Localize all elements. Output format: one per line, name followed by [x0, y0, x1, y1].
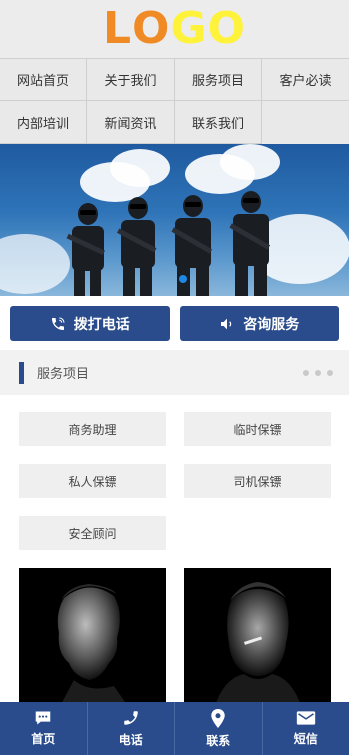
bottom-nav-sms[interactable]: 短信: [263, 702, 349, 755]
bottom-nav-home-label: 首页: [31, 732, 56, 746]
envelope-icon: [296, 711, 315, 725]
logo-letter: L: [103, 3, 133, 54]
nav-item-training[interactable]: 内部培训: [0, 101, 87, 144]
location-pin-icon: [211, 708, 225, 728]
action-buttons: 拨打电话 咨询服务: [0, 296, 349, 349]
header: L O G O: [0, 0, 349, 58]
main-nav-row2: 内部培训 新闻资讯 联系我们: [0, 101, 349, 144]
bottom-nav-phone[interactable]: 电话: [88, 702, 175, 755]
phone-icon: [124, 711, 138, 725]
service-item[interactable]: 私人保镖: [19, 464, 166, 498]
more-dots-icon[interactable]: [303, 370, 333, 376]
consult-button-label: 咨询服务: [243, 316, 300, 333]
logo-letter: O: [207, 3, 246, 54]
phone-icon: [51, 316, 65, 330]
bottom-nav-home[interactable]: 首页: [0, 702, 88, 755]
portrait-photo[interactable]: [19, 568, 166, 708]
portrait-image: [184, 568, 331, 708]
nav-item-contact[interactable]: 联系我们: [175, 101, 262, 144]
nav-item-home[interactable]: 网站首页: [0, 58, 87, 101]
photo-grid: [0, 550, 349, 708]
bottom-nav-contact[interactable]: 联系: [175, 702, 263, 755]
logo-letter: G: [170, 3, 208, 54]
nav-item-services[interactable]: 服务项目: [175, 58, 262, 101]
soldiers-illustration: [66, 191, 271, 296]
chat-icon: [35, 711, 51, 725]
section-title: 服务项目: [37, 367, 90, 382]
bottom-nav-contact-label: 联系: [206, 733, 231, 748]
service-item[interactable]: 临时保镖: [184, 412, 331, 446]
logo[interactable]: L O G O: [103, 7, 246, 51]
section-header: 服务项目: [0, 350, 349, 395]
call-button-label: 拨打电话: [73, 316, 130, 333]
portrait-image: [19, 568, 166, 708]
service-item[interactable]: 司机保镖: [184, 464, 331, 498]
nav-item-empty: [262, 101, 349, 144]
bottom-nav-phone-label: 电话: [118, 733, 143, 747]
bottom-nav-sms-label: 短信: [293, 732, 318, 746]
service-grid: 商务助理 临时保镖 私人保镖 司机保镖 安全顾问: [0, 395, 349, 550]
portrait-photo[interactable]: [184, 568, 331, 708]
bottom-nav-bar: 首页 电话 联系 短信: [0, 702, 349, 755]
slide-indicator-dot[interactable]: [179, 275, 187, 283]
speaker-icon: [221, 318, 232, 329]
consult-button[interactable]: 咨询服务: [179, 306, 339, 341]
hero-banner[interactable]: [0, 144, 349, 296]
call-button[interactable]: 拨打电话: [10, 306, 170, 341]
section-accent-bar: [19, 361, 24, 384]
nav-item-customer-notice[interactable]: 客户必读: [262, 58, 349, 101]
service-item[interactable]: 商务助理: [19, 412, 166, 446]
nav-item-about[interactable]: 关于我们: [87, 58, 175, 101]
nav-item-news[interactable]: 新闻资讯: [87, 101, 175, 144]
service-item[interactable]: 安全顾问: [19, 516, 166, 550]
logo-letter: O: [132, 3, 171, 54]
main-nav: 网站首页 关于我们 服务项目 客户必读: [0, 58, 349, 101]
